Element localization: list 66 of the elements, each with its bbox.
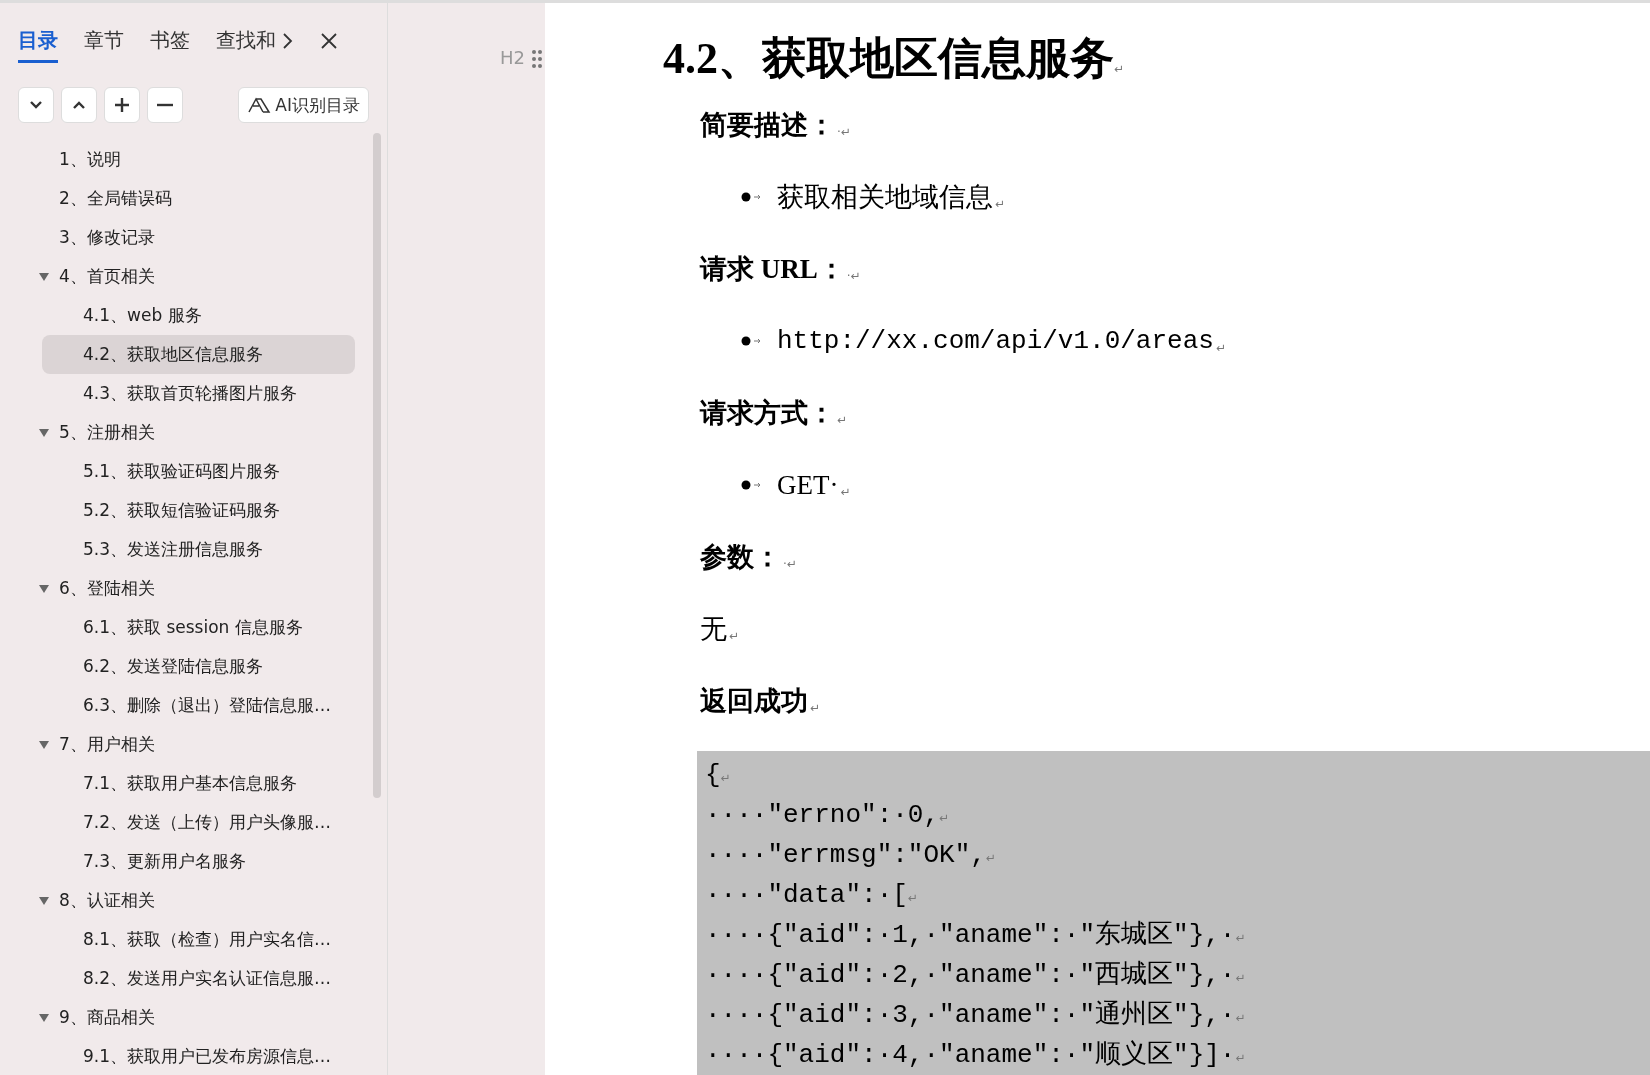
paragraph-mark: ·↵ (837, 125, 851, 139)
outline-item[interactable]: 8.1、获取（检查）用户实名信… (42, 920, 355, 959)
outline-item[interactable]: 9.1、获取用户已发布房源信息… (42, 1037, 355, 1075)
code-line: ····{"aid":·3,·"aname":·"通州区"},· (705, 999, 1236, 1032)
paragraph-mark: ↵ (907, 890, 918, 907)
paragraph-mark: ↵ (810, 701, 821, 715)
sidebar-tab[interactable]: 目录 (18, 27, 58, 63)
outline-item[interactable]: 8.2、发送用户实名认证信息服… (42, 959, 355, 998)
outline-item[interactable]: 1、说明 (32, 140, 355, 179)
outline-item[interactable]: 4.2、获取地区信息服务 (42, 335, 355, 374)
outline-item[interactable]: 5.1、获取验证码图片服务 (42, 452, 355, 491)
paragraph-mark: ↵ (720, 771, 731, 785)
outline-item[interactable]: 7.1、获取用户基本信息服务 (42, 764, 355, 803)
section-label: 请求 URL： (700, 253, 845, 286)
paragraph-mark: ↵ (985, 850, 996, 867)
outline-item[interactable]: 9、商品相关 (32, 998, 355, 1037)
outline-item[interactable]: 6.1、获取 session 信息服务 (42, 608, 355, 647)
code-line: ····{"aid":·1,·"aname":·"东城区"},· (705, 919, 1236, 952)
paragraph-mark: ↵ (1114, 62, 1125, 76)
section-label: 返回成功 (700, 685, 808, 718)
outline-item[interactable]: 3、修改记录 (32, 218, 355, 257)
ai-outline-button[interactable]: AI识别目录 (238, 87, 369, 123)
outline-item[interactable]: 6.3、删除（退出）登陆信息服… (42, 686, 355, 725)
paragraph-mark: ↵ (840, 485, 851, 499)
code-line: ····"errmsg":"OK", (705, 839, 986, 872)
sidebar-tab[interactable]: 查找和 (216, 27, 276, 63)
outline-item[interactable]: 5.3、发送注册信息服务 (42, 530, 355, 569)
paragraph-text: 无 (700, 613, 727, 646)
sidebar-tab[interactable]: 书签 (150, 27, 190, 63)
outline-item[interactable]: 2、全局错误码 (32, 179, 355, 218)
paragraph-mark: ↵ (1235, 970, 1246, 987)
outline-item[interactable]: 8、认证相关 (32, 881, 355, 920)
code-line: ····"data":·[ (705, 879, 908, 912)
paragraph-mark: ↵ (1235, 930, 1246, 947)
code-line: ····{"aid":·2,·"aname":·"西城区"},· (705, 959, 1236, 992)
paragraph-mark: ↵ (1235, 1050, 1246, 1067)
bullet-text: http://xx.com/api/v1.0/areas (777, 326, 1214, 356)
outline-item[interactable]: 6、登陆相关 (32, 569, 355, 608)
paragraph-mark: ↵ (939, 810, 950, 827)
outline-item[interactable]: 6.2、发送登陆信息服务 (42, 647, 355, 686)
outline-item[interactable]: 5、注册相关 (32, 413, 355, 452)
section-label: 简要描述： (700, 109, 835, 142)
code-line: ····"errno":·0, (705, 799, 940, 832)
document-title: 4.2、获取地区信息服务 (663, 33, 1114, 85)
paragraph-mark: ↵ (729, 629, 740, 643)
bullet-text: GET· (777, 469, 839, 501)
heading-level-tag: H2 (500, 47, 525, 68)
code-line: { (705, 759, 721, 792)
paragraph-mark: ·↵ (846, 269, 861, 283)
paragraph-mark: ↵ (995, 197, 1006, 211)
outline-item[interactable]: 7、用户相关 (32, 725, 355, 764)
paragraph-mark: ·↵ (783, 557, 797, 571)
outline-item[interactable]: 4.3、获取首页轮播图片服务 (42, 374, 355, 413)
section-label: 参数： (700, 541, 781, 574)
outline-item[interactable]: 4、首页相关 (32, 257, 355, 296)
paragraph-mark: ↵ (1215, 341, 1226, 355)
outline-item[interactable]: 4.1、web 服务 (42, 296, 355, 335)
outline-item[interactable]: 7.2、发送（上传）用户头像服… (42, 803, 355, 842)
outline-item[interactable]: 7.3、更新用户名服务 (42, 842, 355, 881)
bullet-text: 获取相关地域信息 (777, 181, 993, 214)
outline-item[interactable]: 5.2、获取短信验证码服务 (42, 491, 355, 530)
paragraph-mark: ↵ (1235, 1010, 1246, 1027)
code-line: ····{"aid":·4,·"aname":·"顺义区"}]· (705, 1039, 1236, 1072)
sidebar-tab[interactable]: 章节 (84, 27, 124, 63)
paragraph-mark: ↵ (837, 413, 848, 427)
section-label: 请求方式： (700, 397, 835, 430)
